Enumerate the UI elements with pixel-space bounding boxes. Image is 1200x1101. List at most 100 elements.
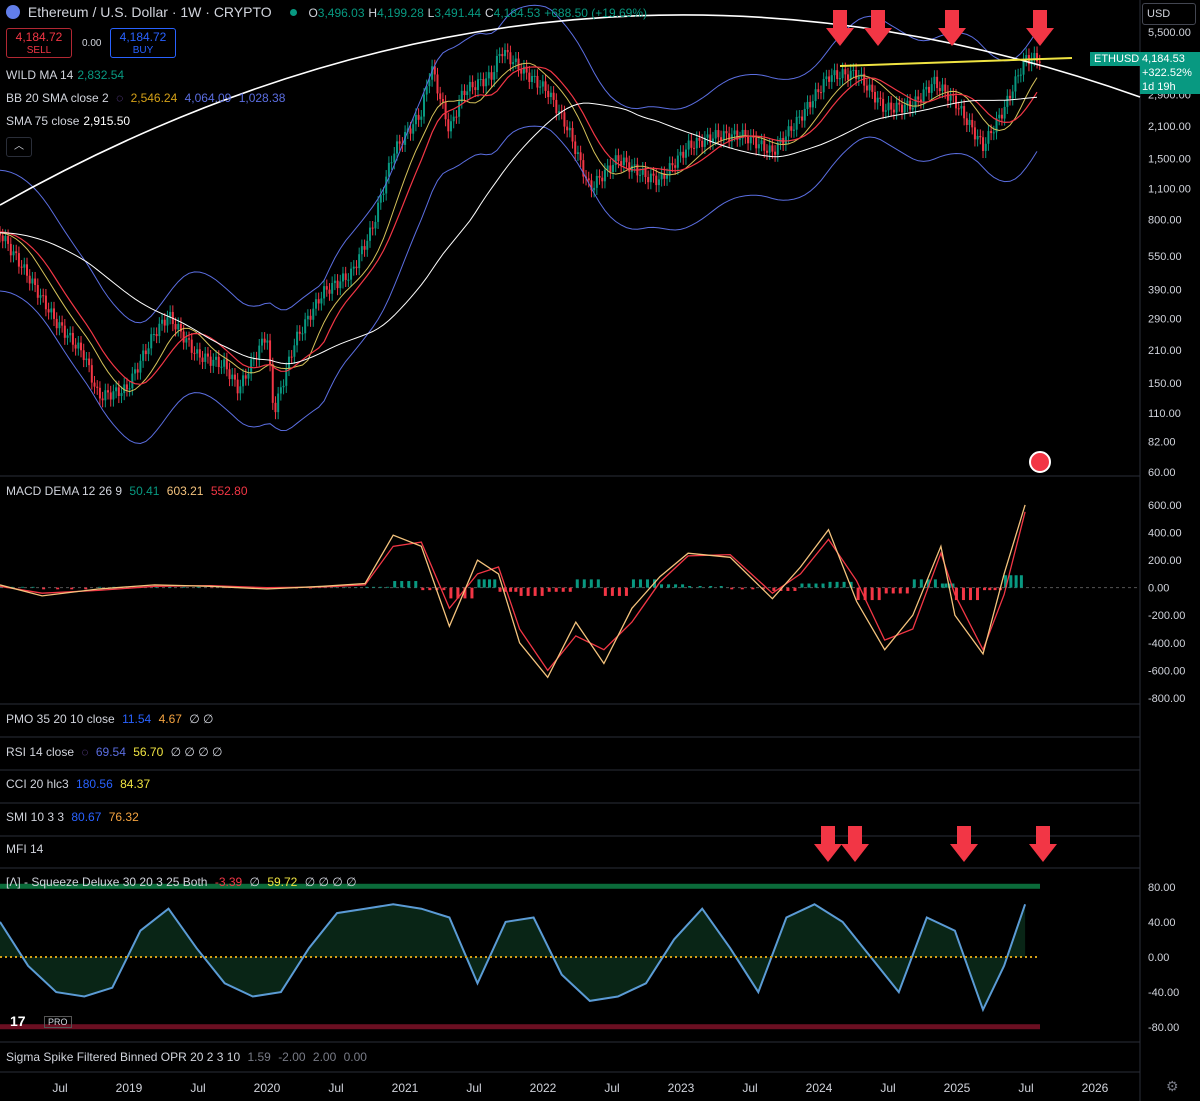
market-status-icon [289, 9, 297, 16]
candle-body [771, 145, 774, 152]
candle-body [1033, 53, 1036, 60]
macd-histogram-bar [912, 579, 916, 588]
candle-body [50, 308, 53, 313]
legend-pmo[interactable]: PMO 35 20 10 close 11.54 4.67 ∅ ∅ [6, 712, 218, 726]
macd-histogram-bar [800, 583, 804, 588]
legend-bb[interactable]: BB 20 SMA close 2 ◌ 2,546.24 4,064.09 1,… [6, 91, 289, 105]
candle-body [944, 84, 947, 92]
down-arrow-icon [950, 826, 978, 862]
candle-body [31, 278, 34, 284]
candle-body [90, 365, 93, 383]
legend-squeeze[interactable]: [Λ] - Squeeze Deluxe 30 20 3 25 Both -3.… [6, 875, 361, 889]
candle-body [747, 136, 750, 144]
candle-body [4, 236, 7, 242]
time-tick-label: Jul [742, 1081, 757, 1095]
legend-wild[interactable]: WILD MA 14 2,832.54 [6, 68, 128, 82]
candle-body [652, 173, 655, 176]
candle-body [263, 338, 266, 343]
candle-body [973, 127, 976, 140]
macd-histogram-bar [1009, 575, 1013, 588]
candle-body [552, 92, 555, 100]
candle-body [925, 86, 928, 90]
candle-body [504, 49, 507, 57]
legend-sma[interactable]: SMA 75 close 2,915.50 [6, 114, 134, 128]
sell-button[interactable]: 4,184.72 SELL [6, 28, 72, 58]
candle-body [12, 251, 15, 256]
macd-tick-label: -600.00 [1148, 665, 1185, 677]
price-tick-label: 110.00 [1148, 408, 1181, 420]
macd-histogram-bar [70, 587, 74, 590]
candle-body [928, 86, 931, 93]
candle-body [71, 332, 74, 345]
buy-button[interactable]: 4,184.72 BUY [110, 28, 176, 58]
candle-body [695, 137, 698, 149]
candle-body [28, 275, 31, 284]
candle-body [822, 79, 825, 93]
candle-body [260, 338, 263, 346]
time-tick-label: Jul [604, 1081, 619, 1095]
candle-body [676, 155, 679, 168]
candle-body [139, 360, 142, 373]
candle-body [320, 298, 323, 304]
candle-body [622, 157, 625, 166]
macd-histogram-bar [751, 587, 755, 590]
candle-body [185, 338, 188, 343]
candle-body [536, 75, 539, 88]
chart-canvas[interactable]: 5,500.003,900.002,900.002,100.001,500.00… [0, 0, 1200, 1101]
macd-histogram-bar [772, 587, 776, 591]
candle-body [80, 342, 83, 351]
candle-body [698, 137, 701, 141]
candle-body [228, 369, 231, 380]
candle-body [609, 165, 612, 172]
macd-histogram-bar [870, 587, 874, 601]
macd-histogram-bar [961, 587, 965, 601]
candle-body [539, 86, 542, 88]
candle-body [857, 76, 860, 79]
candle-body [374, 221, 377, 229]
candle-body [366, 240, 369, 250]
legend-cci[interactable]: CCI 20 hlc3 180.56 84.37 [6, 777, 154, 791]
candle-body [482, 79, 485, 87]
candle-body [360, 246, 363, 255]
macd-histogram-bar [442, 587, 446, 591]
candle-body [501, 54, 504, 57]
candle-body [422, 94, 425, 117]
price-tick-label: 5,500.00 [1148, 27, 1191, 39]
macd-histogram-bar [477, 579, 481, 588]
flag-icon [1029, 451, 1051, 473]
candle-body [506, 49, 509, 53]
collapse-legend-button[interactable]: ︿ [6, 137, 32, 157]
candle-body [387, 162, 390, 177]
candle-body [706, 134, 709, 138]
candle-body [774, 151, 777, 155]
candle-body [239, 386, 242, 394]
candle-body [801, 116, 804, 121]
legend-sigma[interactable]: Sigma Spike Filtered Binned OPR 20 2 3 1… [6, 1050, 371, 1064]
candle-body [544, 81, 547, 91]
candle-body [520, 69, 523, 74]
candle-body [555, 99, 558, 114]
legend-mfi[interactable]: MFI 14 [6, 842, 47, 856]
macd-histogram-bar [793, 587, 797, 591]
currency-select[interactable]: USD [1142, 3, 1196, 25]
down-arrow-icon [826, 10, 854, 46]
candle-body [992, 132, 995, 134]
candle-body [593, 187, 596, 191]
settings-gear-icon[interactable]: ⚙ [1166, 1078, 1179, 1095]
macd-tick-label: 200.00 [1148, 555, 1182, 567]
price-tick-label: 2,100.00 [1148, 121, 1191, 133]
candle-body [439, 93, 442, 100]
macd-histogram-bar [624, 587, 628, 596]
price-tick-label: 1,100.00 [1148, 184, 1191, 196]
candle-body [206, 353, 209, 357]
candle-body [892, 109, 895, 113]
candle-body [984, 143, 987, 151]
candle-body [509, 52, 512, 65]
legend-rsi[interactable]: RSI 14 close ◌ 69.54 56.70 ∅ ∅ ∅ ∅ [6, 745, 226, 759]
macd-histogram-bar [400, 581, 404, 588]
candle-body [901, 104, 904, 113]
macd-histogram-bar [877, 587, 881, 601]
ohlc-low: L3,491.44 [427, 6, 482, 20]
legend-smi[interactable]: SMI 10 3 3 80.67 76.32 [6, 810, 143, 824]
legend-macd[interactable]: MACD DEMA 12 26 9 50.41 603.21 552.80 [6, 484, 252, 498]
